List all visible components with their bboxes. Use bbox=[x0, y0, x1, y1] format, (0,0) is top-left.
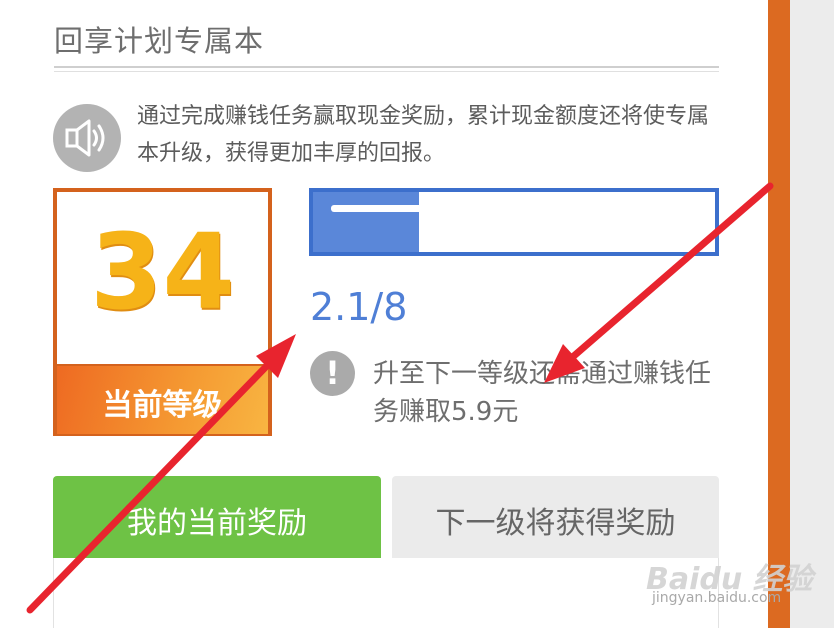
tab-current-rewards[interactable]: 我的当前奖励 bbox=[53, 476, 381, 560]
title-divider-secondary bbox=[54, 71, 719, 72]
level-label: 当前等级 bbox=[102, 388, 223, 423]
intro-text: 通过完成赚钱任务赢取现金奖励，累计现金额度还将使专属本升级，获得更加丰厚的回报。 bbox=[137, 104, 710, 166]
level-footer: 当前等级 bbox=[57, 364, 268, 434]
title-divider bbox=[54, 66, 719, 68]
progress-value: 2.1/8 bbox=[310, 285, 408, 329]
right-accent-bar bbox=[768, 0, 790, 628]
progress-fill bbox=[313, 192, 419, 252]
exclamation-icon: ! bbox=[310, 351, 355, 396]
level-number: 34 bbox=[90, 211, 235, 333]
watermark-url: jingyan.baidu.com bbox=[652, 590, 782, 606]
progress-shine bbox=[331, 205, 435, 212]
level-card: 34 当前等级 bbox=[53, 188, 272, 436]
tab-current-rewards-label: 我的当前奖励 bbox=[127, 506, 307, 541]
page-title: 回享计划专属本 bbox=[54, 24, 265, 58]
tab-next-level-rewards-label: 下一级将获得奖励 bbox=[435, 506, 676, 541]
right-gray-gutter bbox=[790, 0, 834, 628]
level-progress-bar bbox=[309, 188, 719, 256]
speaker-icon bbox=[53, 104, 121, 172]
upgrade-hint: 升至下一等级还需通过赚钱任务赚取5.9元 bbox=[373, 359, 712, 427]
tab-next-level-rewards[interactable]: 下一级将获得奖励 bbox=[392, 476, 719, 560]
rewards-content-panel bbox=[53, 558, 719, 628]
